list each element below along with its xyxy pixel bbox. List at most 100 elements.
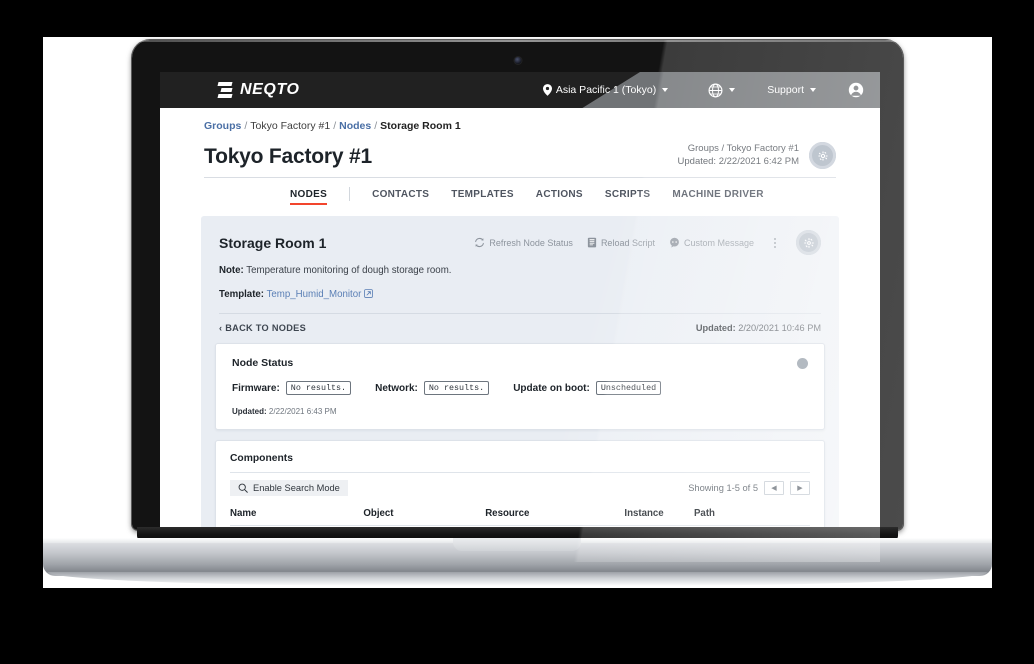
col-instance: Instance (624, 502, 694, 527)
tab-scripts[interactable]: SCRIPTS (605, 187, 650, 205)
page-title-row: Tokyo Factory #1 Groups / Tokyo Factory … (204, 142, 836, 178)
col-object: Object (363, 502, 486, 527)
table-header-row: Name Object Resource Instance Path (230, 502, 810, 527)
page-settings-button[interactable] (809, 142, 836, 169)
pager-prev-button[interactable]: ◀ (764, 481, 784, 496)
page-title-meta: Groups / Tokyo Factory #1 Updated: 2/22/… (678, 142, 836, 169)
support-label: Support (767, 84, 804, 96)
reload-script-label: Reload Script (600, 237, 655, 248)
neqto-logo-icon (217, 82, 233, 98)
enable-search-mode-label: Enable Search Mode (253, 483, 340, 494)
region-label: Asia Pacific 1 (Tokyo) (555, 84, 657, 96)
search-icon (238, 483, 248, 493)
gear-icon (817, 150, 828, 161)
tab-templates[interactable]: TEMPLATES (451, 187, 514, 205)
col-resource: Resource (485, 502, 625, 527)
node-template-label: Template: (219, 288, 265, 300)
screenshot-stage: NEQTO Asia Pacific 1 (Tokyo) Support Gro… (0, 0, 1034, 664)
breadcrumb-groups[interactable]: Groups (204, 120, 241, 132)
breadcrumb: Groups / Tokyo Factory #1/Nodes / Storage Ro… (160, 108, 880, 132)
node-status-card: Node Status Firmware: No results. Networ… (215, 343, 825, 431)
tab-contacts[interactable]: CONTACTS (372, 187, 429, 205)
update-on-boot-value: Unscheduled (595, 381, 662, 396)
app-topbar: NEQTO Asia Pacific 1 (Tokyo) Support (160, 72, 880, 108)
language-selector[interactable] (692, 72, 751, 108)
update-on-boot-label: Update on boot: (513, 382, 590, 394)
laptop-base-notch (453, 538, 581, 551)
col-name: Name (230, 502, 364, 527)
chevron-down-icon (810, 88, 816, 92)
back-to-nodes-link[interactable]: ‹ BACK TO NODES (219, 323, 306, 333)
page-meta-updated: Updated: 2/22/2021 6:42 PM (677, 155, 799, 167)
node-note-label: Note: (219, 265, 244, 276)
breadcrumb-sep: / (333, 120, 337, 132)
brand-name: NEQTO (240, 81, 300, 98)
topbar-nav: Asia Pacific 1 (Tokyo) Support (527, 72, 880, 108)
section-tabs: NODES CONTACTS TEMPLATES ACTIONS SCRIPTS… (204, 187, 836, 205)
node-card-header: Storage Room 1 Refresh Node Status Reloa… (201, 216, 839, 302)
lid-highlight (132, 40, 903, 42)
breadcrumb-sep: / (374, 120, 378, 132)
node-status-fields: Firmware: No results. Network: No result… (232, 381, 808, 396)
node-detail-panel: Storage Room 1 Refresh Node Status Reloa… (201, 216, 839, 562)
page-title: Tokyo Factory #1 (204, 145, 372, 168)
chevron-left-icon: ◀ (771, 485, 777, 493)
webcam-icon (514, 57, 521, 64)
components-table-head: Name Object Resource Instance Path (230, 502, 810, 527)
node-status-updated-label: Updated: (232, 407, 267, 417)
more-vertical-icon[interactable] (768, 237, 782, 248)
breadcrumb-sep: / (244, 120, 248, 132)
location-pin-icon (542, 84, 552, 96)
custom-message-button[interactable]: Custom Message (669, 237, 754, 248)
brand-logo[interactable]: NEQTO (217, 72, 300, 108)
script-reload-icon (587, 237, 597, 248)
laptop-lid: NEQTO Asia Pacific 1 (Tokyo) Support Gro… (132, 40, 903, 562)
node-settings-button[interactable] (796, 230, 821, 255)
node-updated-value: 2/20/2021 10:46 PM (738, 323, 821, 334)
col-action (769, 502, 810, 527)
globe-icon (708, 83, 723, 97)
chevron-right-icon: ▶ (797, 485, 803, 493)
components-showing: Showing 1-5 of 5 (688, 483, 758, 494)
enable-search-mode-button[interactable]: Enable Search Mode (230, 480, 348, 497)
firmware-value: No results. (285, 381, 352, 396)
tab-divider (349, 187, 351, 201)
node-updated: Updated: 2/20/2021 10:46 PM (696, 323, 821, 333)
node-card-actions: Refresh Node Status Reload Script Custom… (474, 230, 821, 255)
node-template-row: Template: Temp_Humid_Monitor (219, 288, 821, 303)
tab-machine-driver[interactable]: MACHINE DRIVER (672, 187, 763, 205)
node-card-title: Storage Room 1 (219, 234, 327, 251)
col-path: Path (693, 502, 770, 527)
chevron-down-icon (729, 88, 736, 92)
node-note-row: Note: Temperature monitoring of dough st… (219, 264, 821, 279)
page-meta-path: Groups / Tokyo Factory #1 (687, 142, 799, 154)
breadcrumb-factory[interactable]: Tokyo Factory #1 (250, 120, 330, 132)
gear-icon (803, 237, 814, 248)
refresh-node-status-button[interactable]: Refresh Node Status (474, 237, 573, 248)
node-status-updated-value: 2/22/2021 6:43 PM (268, 407, 337, 417)
node-status-title: Node Status (232, 357, 294, 370)
firmware-label: Firmware: (232, 382, 280, 394)
reload-script-button[interactable]: Reload Script (587, 237, 655, 248)
region-selector[interactable]: Asia Pacific 1 (Tokyo) (527, 72, 692, 108)
neqto-app: NEQTO Asia Pacific 1 (Tokyo) Support Gro… (160, 72, 880, 562)
refresh-icon (475, 237, 485, 248)
breadcrumb-nodes[interactable]: Nodes (339, 120, 371, 132)
node-template-value[interactable]: Temp_Humid_Monitor (267, 289, 362, 300)
account-menu[interactable] (832, 72, 880, 108)
node-status-updated: Updated: 2/22/2021 6:43 PM (232, 407, 808, 416)
laptop-screen: NEQTO Asia Pacific 1 (Tokyo) Support Gro… (160, 72, 880, 562)
tab-nodes[interactable]: NODES (290, 187, 328, 205)
tab-actions[interactable]: ACTIONS (536, 187, 583, 205)
pager-next-button[interactable]: ▶ (790, 481, 810, 496)
support-menu[interactable]: Support (751, 72, 832, 108)
network-value: No results. (423, 381, 490, 396)
components-title: Components (230, 453, 810, 474)
node-updated-label: Updated: (695, 323, 736, 334)
refresh-node-status-label: Refresh Node Status (489, 237, 573, 248)
chevron-down-icon (662, 88, 669, 92)
components-pager: Showing 1-5 of 5 ◀ ▶ (688, 481, 810, 496)
back-row: ‹ BACK TO NODES Updated: 2/20/2021 10:46… (201, 314, 839, 343)
network-label: Network: (375, 382, 418, 394)
external-link-icon[interactable] (364, 288, 373, 298)
